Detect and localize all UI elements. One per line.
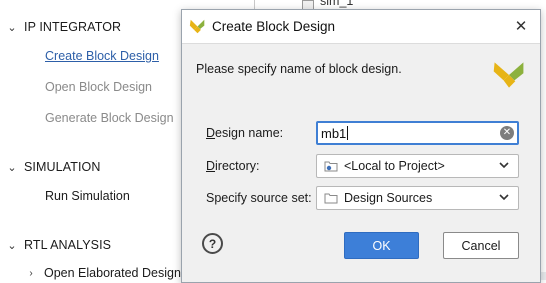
section-ip-integrator[interactable]: ⌄ IP INTEGRATOR bbox=[4, 20, 121, 34]
source-set-label: Specify source set: bbox=[206, 191, 312, 205]
text-caret bbox=[347, 126, 349, 140]
design-name-value: mb1 bbox=[321, 125, 347, 141]
run-simulation-link[interactable]: Run Simulation bbox=[45, 189, 130, 203]
directory-value: <Local to Project> bbox=[344, 159, 445, 173]
chevron-down-icon[interactable]: ⌄ bbox=[4, 239, 20, 252]
chevron-down-icon[interactable] bbox=[498, 159, 510, 171]
folder-icon bbox=[324, 193, 338, 204]
generate-block-design-link[interactable]: Generate Block Design bbox=[45, 111, 174, 125]
section-label: IP INTEGRATOR bbox=[24, 20, 122, 34]
directory-select[interactable]: <Local to Project> bbox=[316, 154, 519, 178]
folder-link-icon bbox=[324, 161, 338, 172]
flow-navigator: ⌄ IP INTEGRATOR Create Block Design Open… bbox=[0, 0, 200, 280]
dialog-title: Create Block Design bbox=[212, 19, 336, 34]
vivado-logo-icon bbox=[493, 62, 524, 88]
create-block-design-link[interactable]: Create Block Design bbox=[45, 49, 159, 63]
chevron-right-icon[interactable]: › bbox=[24, 268, 38, 279]
dialog-titlebar[interactable]: Create Block Design ✕ bbox=[182, 10, 540, 44]
design-name-input[interactable]: mb1 ✕ bbox=[316, 121, 519, 145]
tree-item-label[interactable]: sim_1 bbox=[320, 0, 353, 8]
chevron-down-icon[interactable] bbox=[498, 191, 510, 203]
chevron-down-icon[interactable]: ⌄ bbox=[4, 161, 20, 174]
section-simulation[interactable]: ⌄ SIMULATION bbox=[4, 160, 100, 174]
create-block-design-dialog: Create Block Design ✕ Please specify nam… bbox=[181, 9, 541, 283]
source-set-select[interactable]: Design Sources bbox=[316, 186, 519, 210]
vivado-logo-icon bbox=[189, 19, 205, 34]
cancel-button[interactable]: Cancel bbox=[443, 232, 519, 259]
section-rtl-analysis[interactable]: ⌄ RTL ANALYSIS bbox=[4, 238, 111, 252]
clear-icon[interactable]: ✕ bbox=[500, 126, 514, 140]
section-label: SIMULATION bbox=[24, 160, 101, 174]
help-button[interactable]: ? bbox=[202, 233, 223, 254]
directory-label: Directory: bbox=[206, 159, 260, 173]
design-name-label: Design name: bbox=[206, 126, 284, 140]
chevron-down-icon[interactable]: ⌄ bbox=[4, 21, 20, 34]
open-elaborated-design-item[interactable]: › Open Elaborated Design bbox=[24, 266, 181, 280]
source-set-value: Design Sources bbox=[344, 191, 433, 205]
dialog-prompt: Please specify name of block design. bbox=[196, 62, 402, 76]
open-block-design-link[interactable]: Open Block Design bbox=[45, 80, 152, 94]
section-label: RTL ANALYSIS bbox=[24, 238, 112, 252]
close-icon[interactable]: ✕ bbox=[512, 17, 530, 35]
ok-button[interactable]: OK bbox=[344, 232, 419, 259]
